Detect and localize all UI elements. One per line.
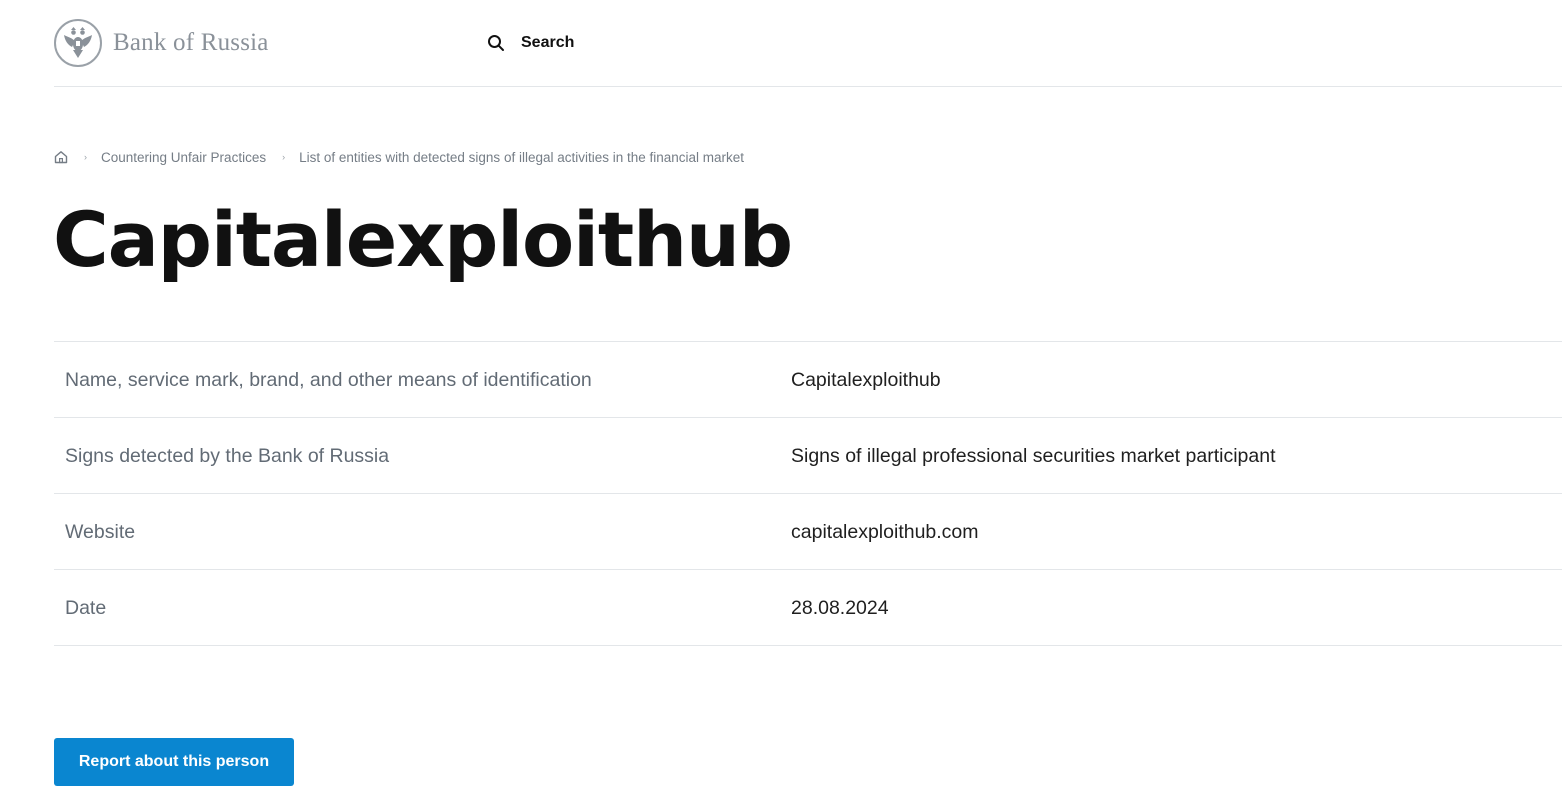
details-table: Name, service mark, brand, and other mea… [54, 341, 1562, 646]
search-label: Search [521, 34, 575, 51]
website-value: capitalexploithub.com [791, 521, 979, 543]
row-label: Date [65, 597, 107, 619]
row-value: Capitalexploithub [791, 369, 941, 391]
page-title: Capitalexploithub [53, 195, 793, 284]
table-row: Signs detected by the Bank of Russia Sig… [54, 418, 1562, 494]
row-label: Name, service mark, brand, and other mea… [65, 369, 592, 391]
home-icon[interactable] [54, 150, 68, 164]
search-button[interactable]: Search [487, 31, 574, 55]
search-icon [488, 35, 504, 51]
table-row: Website capitalexploithub.com [54, 494, 1562, 570]
date-value: 28.08.2024 [791, 597, 889, 619]
table-row: Name, service mark, brand, and other mea… [54, 342, 1562, 418]
chevron-right-icon: › [84, 152, 87, 162]
breadcrumb: › Countering Unfair Practices › List of … [54, 148, 744, 166]
eagle-emblem-icon [54, 19, 102, 67]
row-label: Website [65, 521, 136, 543]
report-person-button[interactable]: Report about this person [54, 738, 294, 786]
row-value: Signs of illegal professional securities… [791, 445, 1276, 467]
chevron-right-icon: › [282, 152, 286, 162]
table-row: Date 28.08.2024 [54, 570, 1562, 646]
site-header: Bank of Russia Search [54, 0, 1562, 87]
row-label: Signs detected by the Bank of Russia [65, 445, 390, 467]
bank-logo-link[interactable]: Bank of Russia [54, 18, 269, 68]
breadcrumb-link-countering[interactable]: Countering Unfair Practices [101, 150, 266, 165]
bank-name: Bank of Russia [113, 29, 269, 56]
breadcrumb-link-entities-list[interactable]: List of entities with detected signs of … [299, 150, 744, 165]
